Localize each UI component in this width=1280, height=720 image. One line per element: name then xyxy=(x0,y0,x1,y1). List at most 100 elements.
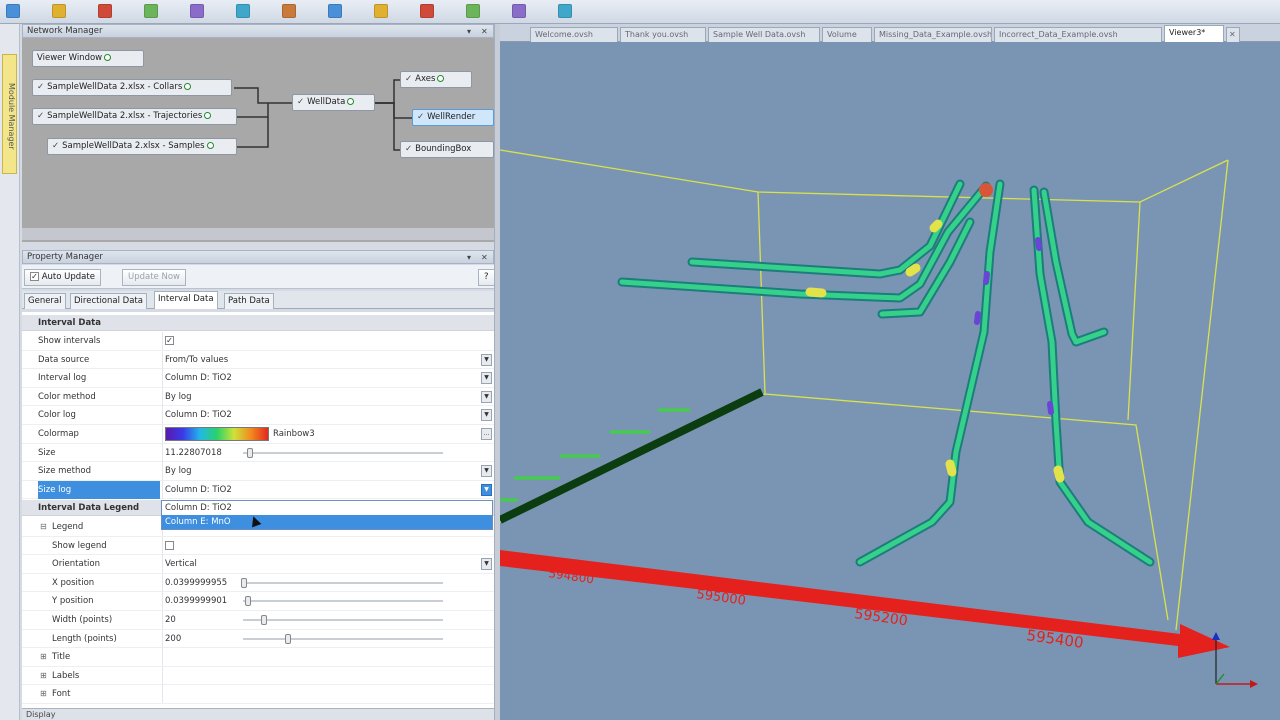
dropdown-arrow-icon[interactable]: ▼ xyxy=(481,390,492,403)
tab-path-data[interactable]: Path Data xyxy=(224,293,274,309)
tab-general[interactable]: General xyxy=(24,293,66,309)
dropdown-arrow-icon[interactable]: ▼ xyxy=(481,409,492,422)
close-icon[interactable]: ✕ xyxy=(481,26,488,38)
rotate-icon[interactable] xyxy=(374,4,388,18)
viewer-3d[interactable]: 594800 595000 595200 595400 xyxy=(500,42,1280,720)
slider-thumb[interactable] xyxy=(245,596,251,607)
colormap-swatch[interactable] xyxy=(165,427,269,441)
row-show-legend[interactable]: Show legend xyxy=(22,536,494,556)
node-viewer-window[interactable]: Viewer Window xyxy=(32,50,144,67)
pin-icon[interactable]: ▾ xyxy=(467,252,471,264)
auto-update-toggle[interactable]: ✓ Auto Update xyxy=(24,269,101,286)
folder-icon[interactable] xyxy=(98,4,112,18)
row-colormap[interactable]: Colormap Rainbow3 … xyxy=(22,425,494,444)
check-icon[interactable]: ✓ xyxy=(417,112,424,122)
row-width[interactable]: Width (points) 20 xyxy=(22,611,494,630)
row-color-log[interactable]: Color log Column D: TiO2 ▼ xyxy=(22,406,494,425)
row-show-intervals[interactable]: Show intervals ✓ xyxy=(22,332,494,351)
row-y-position[interactable]: Y position 0.0399999901 xyxy=(22,592,494,611)
port-icon[interactable] xyxy=(184,83,192,90)
network-canvas[interactable]: Viewer Window ✓ SampleWellData 2.xlsx - C… xyxy=(22,38,494,242)
pan-icon[interactable] xyxy=(328,4,342,18)
tab-interval-data[interactable]: Interval Data xyxy=(154,291,218,309)
save-icon[interactable] xyxy=(52,4,66,18)
row-length[interactable]: Length (points) 200 xyxy=(22,629,494,649)
node-boundingbox[interactable]: ✓ BoundingBox xyxy=(400,141,494,158)
node-trajectories[interactable]: ✓ SampleWellData 2.xlsx - Trajectories xyxy=(32,108,237,125)
node-samples[interactable]: ✓ SampleWellData 2.xlsx - Samples xyxy=(47,138,237,155)
settings-icon[interactable] xyxy=(466,4,480,18)
close-tab-icon[interactable]: ✕ xyxy=(1226,27,1240,42)
row-title[interactable]: ⊞ Title xyxy=(22,648,494,667)
port-icon[interactable] xyxy=(437,75,445,82)
check-icon[interactable]: ✓ xyxy=(52,141,59,151)
row-size-method[interactable]: Size method By log ▼ xyxy=(22,462,494,481)
viewer-tab-viewer3[interactable]: Viewer3* xyxy=(1164,25,1224,42)
check-icon[interactable]: ✓ xyxy=(405,74,412,84)
row-font[interactable]: ⊞ Font xyxy=(22,685,494,704)
row-size-log[interactable]: Size log Column D: TiO2 ▼ xyxy=(22,480,494,500)
export-icon[interactable] xyxy=(512,4,526,18)
slider-thumb[interactable] xyxy=(285,633,291,644)
tab-directional-data[interactable]: Directional Data xyxy=(70,293,147,309)
port-icon[interactable] xyxy=(347,98,355,105)
undo-icon[interactable] xyxy=(190,4,204,18)
row-labels[interactable]: ⊞ Labels xyxy=(22,666,494,686)
length-slider[interactable] xyxy=(243,633,443,644)
check-icon[interactable]: ✓ xyxy=(405,144,412,154)
size-slider[interactable] xyxy=(243,447,443,458)
node-wellrender[interactable]: ✓ WellRender xyxy=(412,109,494,126)
open-icon[interactable] xyxy=(6,4,20,18)
port-icon[interactable] xyxy=(204,112,212,119)
check-icon[interactable]: ✓ xyxy=(37,82,44,92)
row-data-source[interactable]: Data source From/To values ▼ xyxy=(22,350,494,370)
slider-thumb[interactable] xyxy=(247,447,253,458)
slider-thumb[interactable] xyxy=(241,577,247,588)
slider-thumb[interactable] xyxy=(261,615,267,625)
x-position-slider[interactable] xyxy=(241,577,443,588)
ellipsis-button[interactable]: … xyxy=(481,428,492,440)
viewer-tab-missing-data[interactable]: Missing_Data_Example.ovsh xyxy=(874,27,992,42)
row-x-position[interactable]: X position 0.0399999955 xyxy=(22,573,494,593)
row-color-method[interactable]: Color method By log ▼ xyxy=(22,387,494,407)
port-icon[interactable] xyxy=(206,142,214,149)
checkbox-icon[interactable] xyxy=(165,540,174,550)
dropdown-arrow-icon[interactable]: ▼ xyxy=(481,483,492,496)
dropdown-arrow-icon[interactable]: ▼ xyxy=(481,558,492,571)
viewer-tab-volume[interactable]: Volume xyxy=(822,27,872,42)
row-interval-log[interactable]: Interval log Column D: TiO2 ▼ xyxy=(22,369,494,388)
node-axes[interactable]: ✓ Axes xyxy=(400,71,472,88)
pin-icon[interactable]: ▾ xyxy=(467,26,471,38)
print-icon[interactable] xyxy=(144,4,158,18)
dropdown-option[interactable]: Column D: TiO2 xyxy=(162,501,492,515)
update-now-button[interactable]: Update Now xyxy=(122,269,186,286)
viewer-tab-incorrect-data[interactable]: Incorrect_Data_Example.ovsh xyxy=(994,27,1162,42)
dropdown-arrow-icon[interactable]: ▼ xyxy=(481,372,492,385)
check-icon[interactable]: ✓ xyxy=(37,111,44,121)
expand-icon[interactable]: ⊞ xyxy=(40,671,47,680)
module-manager-tab[interactable]: Module Manager xyxy=(2,54,17,174)
network-scrollbar[interactable] xyxy=(22,228,494,240)
row-orientation[interactable]: Orientation Vertical ▼ xyxy=(22,555,494,574)
expand-icon[interactable]: ⊞ xyxy=(40,689,47,698)
section-interval-data[interactable]: Interval Data xyxy=(22,315,494,331)
help-icon[interactable] xyxy=(558,4,572,18)
dropdown-option[interactable]: Column E: MnO xyxy=(162,515,492,529)
node-welldata[interactable]: ✓ WellData xyxy=(292,94,375,111)
redo-icon[interactable] xyxy=(236,4,250,18)
viewer-tab-welcome[interactable]: Welcome.ovsh xyxy=(530,27,618,42)
width-slider[interactable] xyxy=(243,615,443,625)
y-position-slider[interactable] xyxy=(243,596,443,607)
viewer-tab-thank-you[interactable]: Thank you.ovsh xyxy=(620,27,706,42)
row-size[interactable]: Size 11.22807018 xyxy=(22,443,494,463)
node-collars[interactable]: ✓ SampleWellData 2.xlsx - Collars xyxy=(32,79,232,96)
help-button[interactable]: ? xyxy=(478,269,495,286)
layers-icon[interactable] xyxy=(420,4,434,18)
zoom-icon[interactable] xyxy=(282,4,296,18)
expand-icon[interactable]: ⊞ xyxy=(40,652,47,661)
check-icon[interactable]: ✓ xyxy=(297,97,304,107)
collapse-icon[interactable]: ⊟ xyxy=(40,522,47,531)
port-icon[interactable] xyxy=(104,54,112,61)
dropdown-arrow-icon[interactable]: ▼ xyxy=(481,465,492,478)
close-icon[interactable]: ✕ xyxy=(481,252,488,264)
